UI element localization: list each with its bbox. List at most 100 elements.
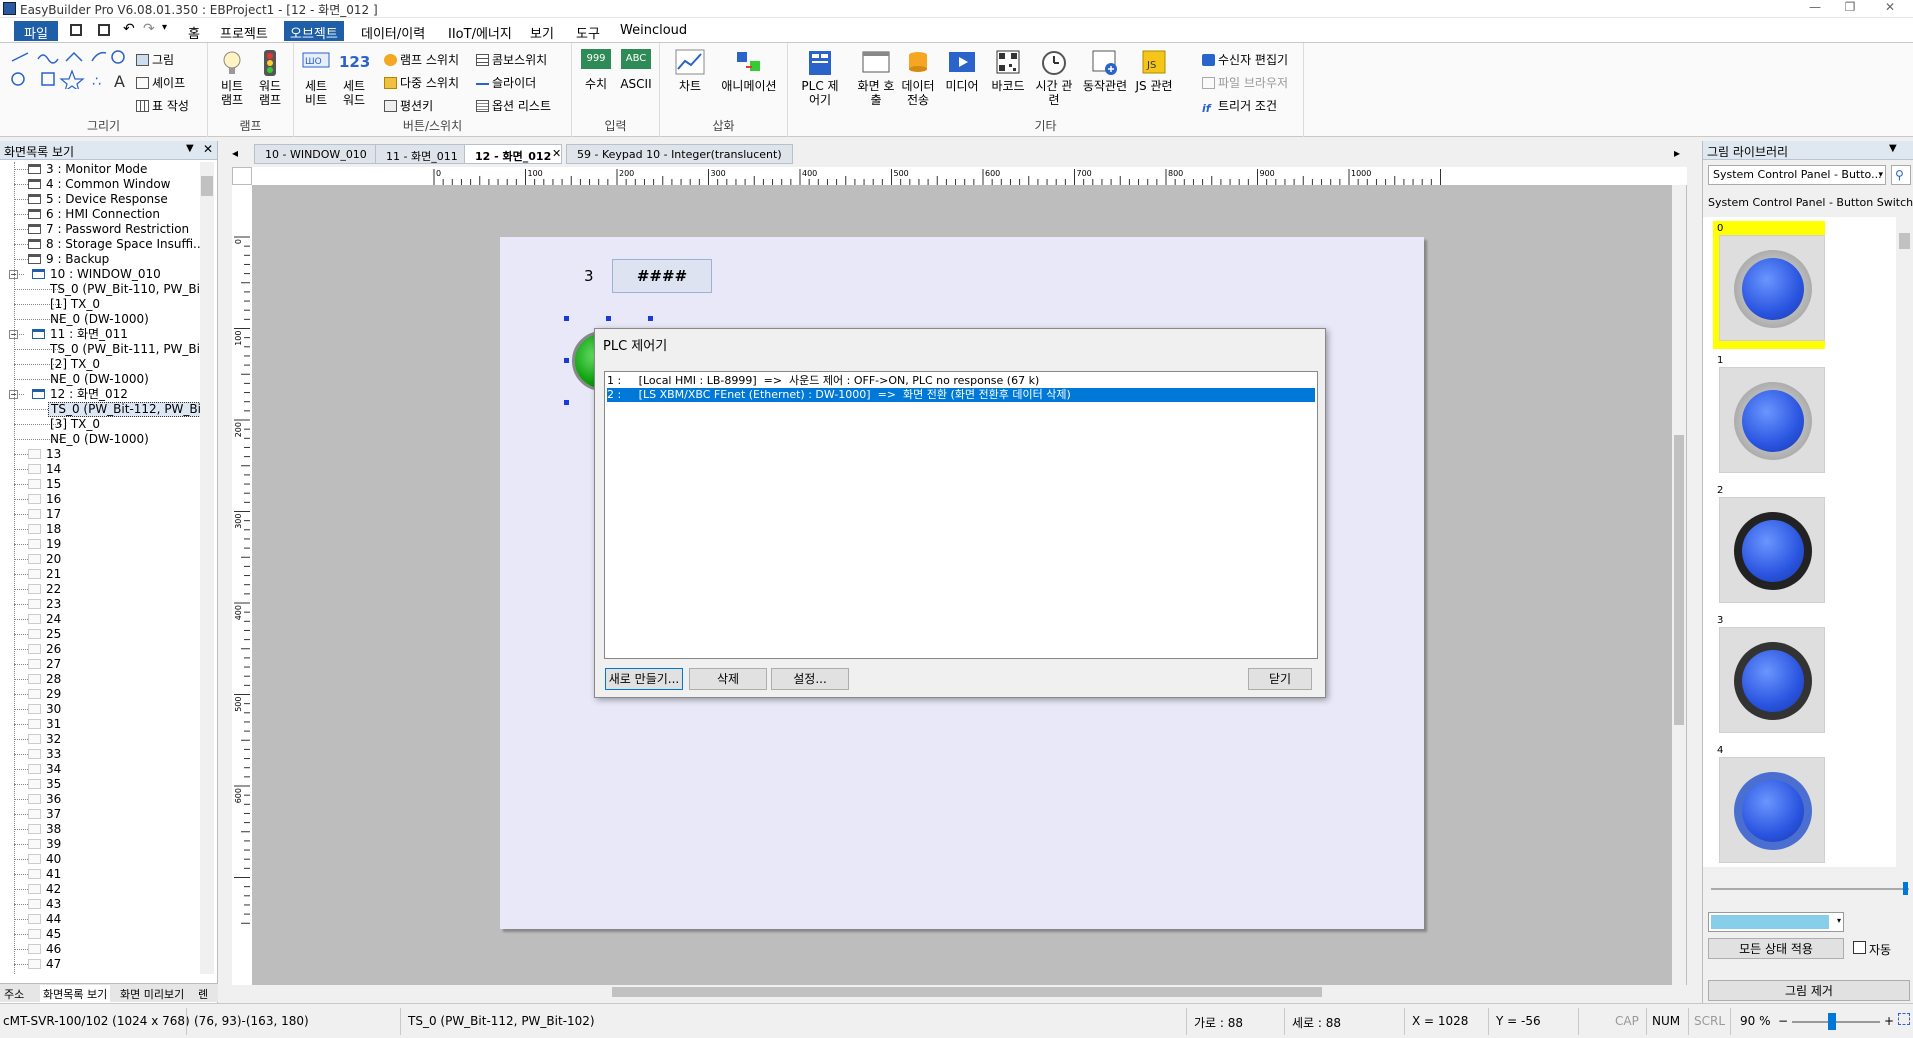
tree-node[interactable]: 41	[0, 867, 200, 882]
state-thumb-1[interactable]: 1	[1713, 353, 1825, 473]
tree-node[interactable]: 17	[0, 507, 200, 522]
state-thumb-0[interactable]: 0	[1713, 221, 1825, 349]
slider-button[interactable]: 슬라이더	[476, 74, 536, 91]
menu-home[interactable]: 홈	[182, 21, 206, 42]
tree-scroll-thumb[interactable]	[201, 176, 213, 196]
tree-node[interactable]: 7 : Password Restriction	[0, 222, 200, 237]
js-button[interactable]: JS JS 관련	[1132, 49, 1176, 93]
tree-node[interactable]: −12 : 화면_012	[0, 387, 200, 402]
tree-node[interactable]: [2] TX_0	[0, 357, 200, 372]
tree-node[interactable]: −11 : 화면_011	[0, 327, 200, 342]
tree-node[interactable]: 25	[0, 627, 200, 642]
state-thumb-3[interactable]: 3	[1713, 613, 1825, 733]
tab-scroll-right-icon[interactable]: ▸	[1674, 146, 1680, 160]
barcode-button[interactable]: 바코드	[988, 49, 1028, 93]
tab-close-icon[interactable]: ✕	[552, 147, 561, 160]
undo-icon[interactable]: ↶	[123, 21, 135, 37]
tree-node[interactable]: TS_0 (PW_Bit-111, PW_Bi...	[0, 342, 200, 357]
tree-node[interactable]: NE_0 (DW-1000)	[0, 372, 200, 387]
tree-node[interactable]: 29	[0, 687, 200, 702]
fit-screen-icon[interactable]	[1898, 1013, 1910, 1025]
delete-button[interactable]: 삭제	[689, 668, 767, 690]
set-bit-button[interactable]: ШО 세트 비트	[298, 49, 334, 107]
quick-access-dropdown-icon[interactable]: ▾	[162, 22, 167, 33]
tree-node[interactable]: 32	[0, 732, 200, 747]
apply-all-states-button[interactable]: 모든 상태 적용	[1708, 938, 1844, 959]
zoom-out-icon[interactable]: −	[1778, 1014, 1788, 1028]
numeric-display[interactable]: ####	[612, 259, 712, 293]
media-button[interactable]: 미디어	[942, 49, 982, 93]
tab-screen-012[interactable]: 12 - 화면_012	[464, 144, 563, 164]
tree-node[interactable]: 26	[0, 642, 200, 657]
recipient-editor-button[interactable]: 수신자 편집기	[1202, 51, 1288, 68]
tree-node[interactable]: 45	[0, 927, 200, 942]
save-icon[interactable]	[70, 24, 82, 36]
tree-node[interactable]: 35	[0, 777, 200, 792]
tab-address[interactable]: 주소	[4, 986, 24, 1002]
lamp-switch-button[interactable]: 램프 스위치	[384, 51, 459, 68]
tree-node[interactable]: −10 : WINDOW_010	[0, 267, 200, 282]
tree-scrollbar[interactable]	[200, 162, 214, 974]
thumbs-scroll-thumb[interactable]	[1899, 233, 1910, 249]
tree-node[interactable]: TS_0 (PW_Bit-112, PW_Bi...	[0, 402, 200, 417]
library-combo[interactable]: System Control Panel - Butto... ▾	[1708, 165, 1886, 185]
shape-button[interactable]: 셰이프	[136, 74, 185, 91]
tree-node[interactable]: 39	[0, 837, 200, 852]
settings-button[interactable]: 설정...	[771, 668, 849, 690]
trigger-condition-button[interactable]: if 트리거 조건	[1202, 97, 1277, 115]
tree-node[interactable]: 46	[0, 942, 200, 957]
canvas-vscroll[interactable]	[1672, 185, 1686, 985]
tree-node[interactable]: 3 : Monitor Mode	[0, 162, 200, 177]
multi-switch-button[interactable]: 다중 스위치	[384, 74, 459, 91]
new-button[interactable]: 새로 만들기...	[605, 668, 683, 690]
tree-node[interactable]: 9 : Backup	[0, 252, 200, 267]
menu-weincloud[interactable]: Weincloud	[614, 21, 693, 41]
tree-node[interactable]: 18	[0, 522, 200, 537]
auto-checkbox[interactable]	[1853, 941, 1866, 954]
picture-button[interactable]: 그림	[136, 51, 174, 68]
table-button[interactable]: 표 작성	[136, 97, 189, 114]
action-button[interactable]: 동작관련	[1080, 49, 1130, 93]
tree-node[interactable]: 38	[0, 822, 200, 837]
minimize-button[interactable]: —	[1800, 0, 1830, 17]
bit-lamp-button[interactable]: 비트 램프	[214, 49, 250, 107]
tree-node[interactable]: 21	[0, 567, 200, 582]
hscroll-thumb[interactable]	[612, 987, 1322, 997]
tab-screen-011[interactable]: 11 - 화면_011	[375, 144, 469, 164]
draw-tools-icon[interactable]: ∴ A	[8, 49, 128, 89]
remove-picture-button[interactable]: 그림 제거	[1708, 980, 1910, 1001]
tree-node[interactable]: 16	[0, 492, 200, 507]
tree-node[interactable]: NE_0 (DW-1000)	[0, 312, 200, 327]
menu-data-history[interactable]: 데이터/이력	[355, 21, 431, 42]
tab-scroll-left-icon[interactable]: ◂	[232, 146, 238, 160]
tree-node[interactable]: 34	[0, 762, 200, 777]
zoom-slider[interactable]	[1792, 1013, 1880, 1030]
numeric-button[interactable]: 999 수치	[578, 49, 614, 91]
tree-node[interactable]: 47	[0, 957, 200, 972]
tree-node[interactable]: 28	[0, 672, 200, 687]
tree-node[interactable]: 13	[0, 447, 200, 462]
animation-button[interactable]: 애니메이션	[714, 49, 784, 93]
zoom-slider-handle[interactable]	[1828, 1013, 1836, 1030]
selection-handle[interactable]	[648, 316, 653, 321]
tree-node[interactable]: 43	[0, 897, 200, 912]
zoom-in-icon[interactable]: +	[1884, 1014, 1894, 1028]
tree-node[interactable]: 42	[0, 882, 200, 897]
panel-dropdown-icon[interactable]: ▼	[1889, 143, 1897, 154]
plc-action-list[interactable]: 1 : [Local HMI : LB-8999] => 사운드 제어 : OF…	[604, 371, 1318, 659]
tree-node[interactable]: 20	[0, 552, 200, 567]
screen-text-label[interactable]: 3	[584, 267, 594, 285]
panel-dropdown-icon[interactable]: ▼	[186, 143, 194, 154]
state-thumb-2[interactable]: 2	[1713, 483, 1825, 603]
tab-extra[interactable]: 롄	[198, 986, 208, 1002]
tree-node[interactable]: 22	[0, 582, 200, 597]
thumbs-scrollbar[interactable]	[1897, 217, 1912, 867]
menu-view[interactable]: 보기	[524, 21, 560, 42]
tree-node[interactable]: 19	[0, 537, 200, 552]
size-slider-handle[interactable]	[1903, 882, 1908, 895]
tree-node[interactable]: 40	[0, 852, 200, 867]
tab-keypad-59[interactable]: 59 - Keypad 10 - Integer(translucent)	[566, 144, 793, 164]
ascii-button[interactable]: ABC ASCII	[618, 49, 654, 91]
combo-switch-button[interactable]: 콤보스위치	[476, 51, 547, 68]
chart-button[interactable]: 차트	[670, 49, 710, 93]
